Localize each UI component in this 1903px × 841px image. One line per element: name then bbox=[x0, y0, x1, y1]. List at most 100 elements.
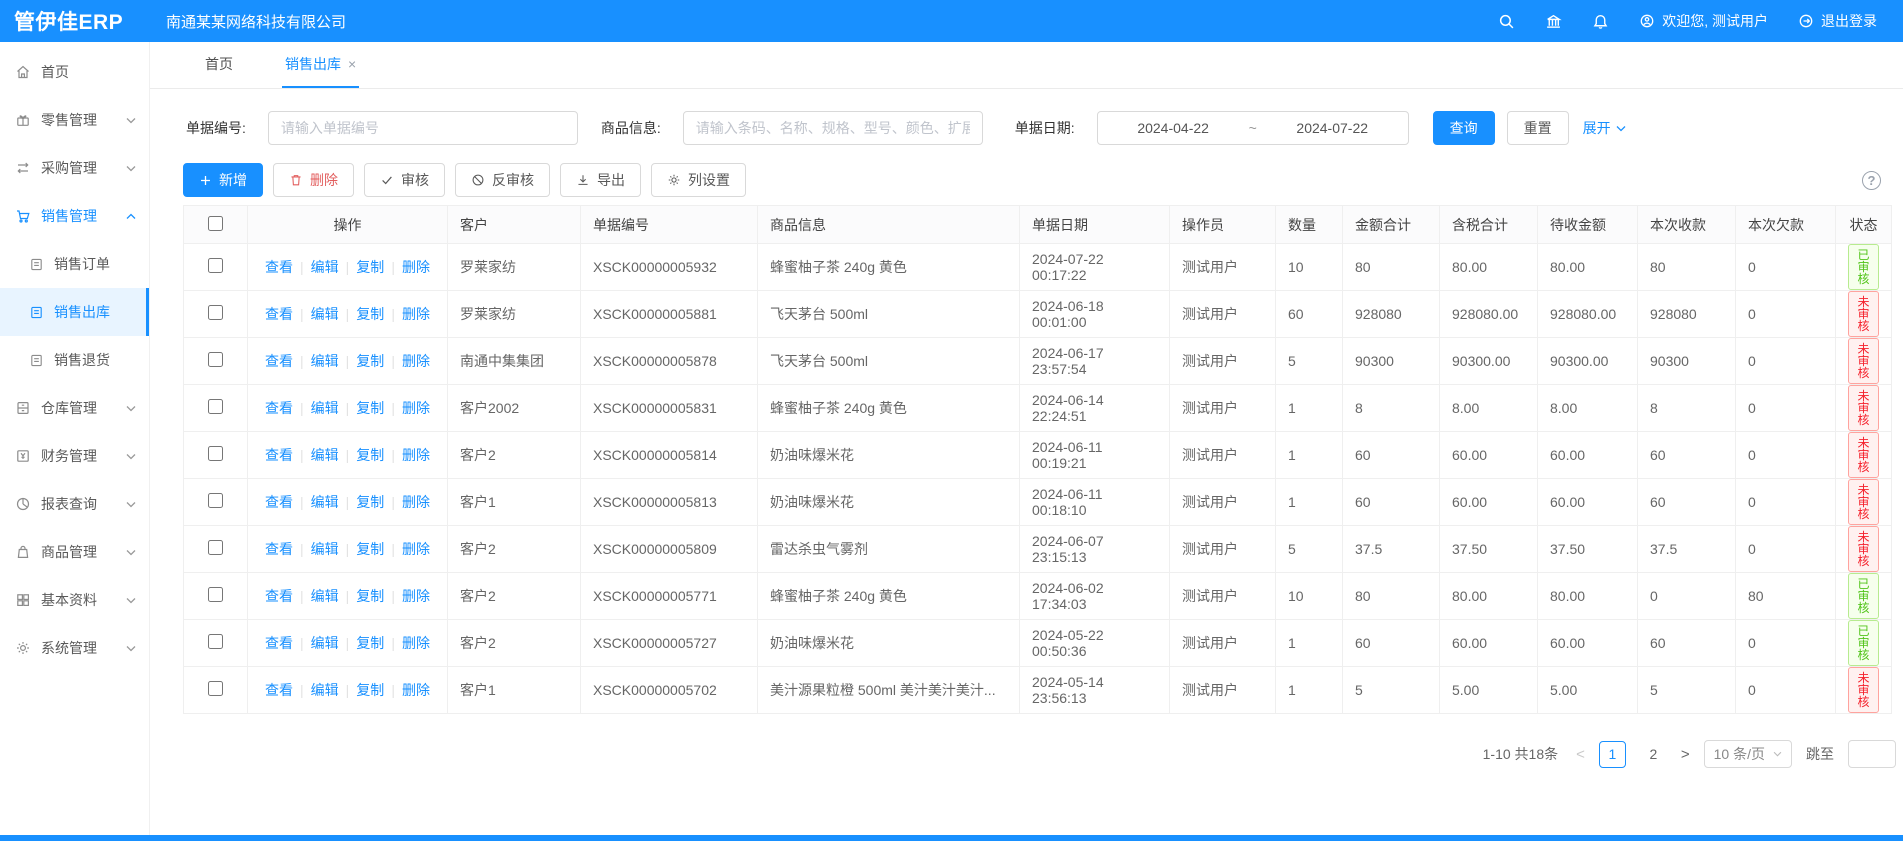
sidebar-item-warehouse[interactable]: 仓库管理 bbox=[0, 384, 149, 432]
row-action-edit[interactable]: 编辑 bbox=[311, 353, 339, 369]
product-info-input[interactable] bbox=[683, 111, 983, 145]
row-action-edit[interactable]: 编辑 bbox=[311, 588, 339, 604]
row-action-copy[interactable]: 复制 bbox=[356, 588, 384, 604]
delete-button[interactable]: 删除 bbox=[273, 163, 354, 197]
row-action-view[interactable]: 查看 bbox=[265, 400, 293, 416]
document-icon bbox=[29, 257, 44, 272]
sidebar-item-sales-outbound[interactable]: 销售出库 bbox=[0, 288, 149, 336]
logout-button[interactable]: 退出登录 bbox=[1798, 11, 1877, 31]
search-icon[interactable] bbox=[1498, 13, 1515, 30]
cell-select bbox=[184, 479, 248, 526]
row-action-delete[interactable]: 删除 bbox=[402, 447, 430, 463]
row-action-delete[interactable]: 删除 bbox=[402, 400, 430, 416]
row-action-delete[interactable]: 删除 bbox=[402, 306, 430, 322]
sidebar-item-sales[interactable]: 销售管理 bbox=[0, 192, 149, 240]
row-action-view[interactable]: 查看 bbox=[265, 588, 293, 604]
row-action-edit[interactable]: 编辑 bbox=[311, 306, 339, 322]
sidebar-item-label: 首页 bbox=[41, 62, 69, 82]
row-action-view[interactable]: 查看 bbox=[265, 259, 293, 275]
row-action-edit[interactable]: 编辑 bbox=[311, 682, 339, 698]
tab-home[interactable]: 首页 bbox=[202, 42, 236, 88]
row-checkbox[interactable] bbox=[208, 399, 223, 414]
row-checkbox[interactable] bbox=[208, 587, 223, 602]
row-action-delete[interactable]: 删除 bbox=[402, 682, 430, 698]
bell-icon[interactable] bbox=[1592, 13, 1609, 30]
row-action-edit[interactable]: 编辑 bbox=[311, 447, 339, 463]
audit-button[interactable]: 审核 bbox=[364, 163, 445, 197]
sidebar-item-sales-order[interactable]: 销售订单 bbox=[0, 240, 149, 288]
bank-icon[interactable] bbox=[1545, 13, 1562, 30]
page-number-2[interactable]: 2 bbox=[1640, 741, 1667, 768]
export-button[interactable]: 导出 bbox=[560, 163, 641, 197]
row-action-copy[interactable]: 复制 bbox=[356, 306, 384, 322]
row-action-copy[interactable]: 复制 bbox=[356, 353, 384, 369]
row-checkbox[interactable] bbox=[208, 305, 223, 320]
sidebar-item-goods[interactable]: 商品管理 bbox=[0, 528, 149, 576]
row-action-delete[interactable]: 删除 bbox=[402, 635, 430, 651]
prev-page-button[interactable]: < bbox=[1576, 746, 1585, 763]
select-all-checkbox[interactable] bbox=[208, 216, 223, 231]
sidebar-item-reports[interactable]: 报表查询 bbox=[0, 480, 149, 528]
next-page-button[interactable]: > bbox=[1681, 746, 1690, 763]
date-range-picker[interactable]: 2024-04-22 ~ 2024-07-22 bbox=[1097, 111, 1409, 145]
help-icon[interactable]: ? bbox=[1862, 171, 1881, 190]
jump-page-input[interactable] bbox=[1848, 740, 1896, 768]
row-action-delete[interactable]: 删除 bbox=[402, 588, 430, 604]
row-checkbox[interactable] bbox=[208, 493, 223, 508]
row-checkbox[interactable] bbox=[208, 352, 223, 367]
row-action-copy[interactable]: 复制 bbox=[356, 541, 384, 557]
sidebar-item-basic-data[interactable]: 基本资料 bbox=[0, 576, 149, 624]
add-button[interactable]: 新增 bbox=[183, 163, 263, 197]
sidebar-item-system[interactable]: 系统管理 bbox=[0, 624, 149, 672]
cell-qty: 5 bbox=[1276, 526, 1343, 573]
pagination: 1-10 共18条 < 1 2 > 10 条/页 跳至 页 bbox=[183, 740, 1903, 768]
row-action-delete[interactable]: 删除 bbox=[402, 259, 430, 275]
user-menu[interactable]: 欢迎您, 测试用户 bbox=[1639, 11, 1768, 31]
row-action-view[interactable]: 查看 bbox=[265, 306, 293, 322]
status-badge: 未审核 bbox=[1848, 526, 1879, 572]
row-action-edit[interactable]: 编辑 bbox=[311, 259, 339, 275]
row-action-copy[interactable]: 复制 bbox=[356, 259, 384, 275]
row-action-copy[interactable]: 复制 bbox=[356, 682, 384, 698]
row-checkbox[interactable] bbox=[208, 540, 223, 555]
row-checkbox[interactable] bbox=[208, 681, 223, 696]
page-size-select[interactable]: 10 条/页 bbox=[1704, 740, 1792, 768]
row-action-view[interactable]: 查看 bbox=[265, 494, 293, 510]
row-action-copy[interactable]: 复制 bbox=[356, 400, 384, 416]
doc-no-input[interactable] bbox=[268, 111, 578, 145]
row-action-edit[interactable]: 编辑 bbox=[311, 400, 339, 416]
row-action-view[interactable]: 查看 bbox=[265, 353, 293, 369]
row-action-edit[interactable]: 编辑 bbox=[311, 541, 339, 557]
search-button[interactable]: 查询 bbox=[1433, 111, 1495, 145]
row-action-view[interactable]: 查看 bbox=[265, 682, 293, 698]
cell-amount: 80 bbox=[1343, 573, 1440, 620]
row-action-copy[interactable]: 复制 bbox=[356, 635, 384, 651]
status-badge: 未审核 bbox=[1848, 338, 1879, 384]
sidebar-item-home[interactable]: 首页 bbox=[0, 48, 149, 96]
close-icon[interactable]: × bbox=[348, 56, 356, 72]
row-checkbox[interactable] bbox=[208, 634, 223, 649]
row-action-delete[interactable]: 删除 bbox=[402, 353, 430, 369]
row-checkbox[interactable] bbox=[208, 446, 223, 461]
row-action-view[interactable]: 查看 bbox=[265, 447, 293, 463]
sidebar-item-sales-return[interactable]: 销售退货 bbox=[0, 336, 149, 384]
sidebar-item-purchase[interactable]: 采购管理 bbox=[0, 144, 149, 192]
sidebar-item-finance[interactable]: 财务管理 bbox=[0, 432, 149, 480]
reset-button[interactable]: 重置 bbox=[1507, 111, 1569, 145]
expand-link[interactable]: 展开 bbox=[1583, 118, 1626, 138]
row-action-edit[interactable]: 编辑 bbox=[311, 494, 339, 510]
sidebar-item-retail[interactable]: 零售管理 bbox=[0, 96, 149, 144]
row-action-view[interactable]: 查看 bbox=[265, 635, 293, 651]
cell-debt: 0 bbox=[1736, 432, 1836, 479]
row-checkbox[interactable] bbox=[208, 258, 223, 273]
row-action-copy[interactable]: 复制 bbox=[356, 447, 384, 463]
row-action-view[interactable]: 查看 bbox=[265, 541, 293, 557]
column-settings-button[interactable]: 列设置 bbox=[651, 163, 746, 197]
row-action-edit[interactable]: 编辑 bbox=[311, 635, 339, 651]
unaudit-button[interactable]: 反审核 bbox=[455, 163, 550, 197]
tab-sales-outbound[interactable]: 销售出库 × bbox=[282, 42, 359, 88]
row-action-delete[interactable]: 删除 bbox=[402, 541, 430, 557]
row-action-delete[interactable]: 删除 bbox=[402, 494, 430, 510]
row-action-copy[interactable]: 复制 bbox=[356, 494, 384, 510]
page-number-1[interactable]: 1 bbox=[1599, 741, 1626, 768]
